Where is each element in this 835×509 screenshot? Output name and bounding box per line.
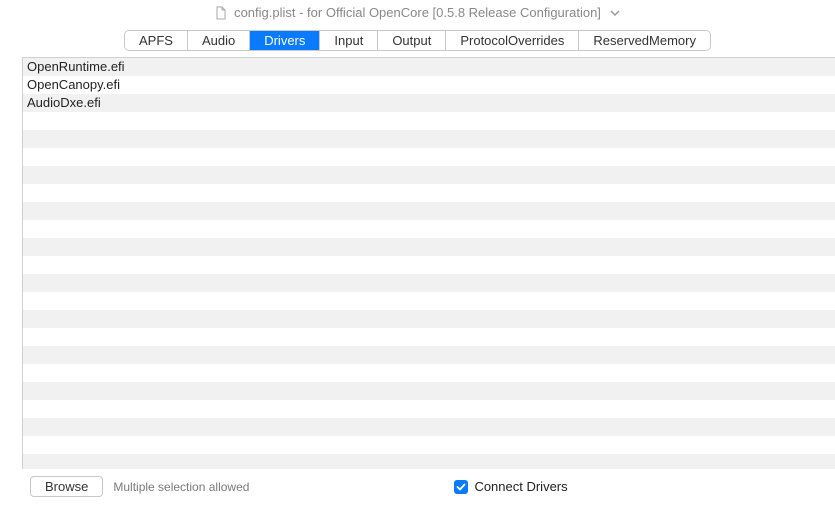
list-item[interactable]: [23, 184, 835, 202]
file-icon: [214, 6, 228, 20]
list-item[interactable]: AudioDxe.efi: [23, 94, 835, 112]
browse-button[interactable]: Browse: [30, 476, 103, 497]
list-item[interactable]: OpenCanopy.efi: [23, 76, 835, 94]
tab-protocoloverrides[interactable]: ProtocolOverrides: [446, 31, 579, 50]
title-bar: config.plist - for Official OpenCore [0.…: [0, 0, 835, 22]
tab-input[interactable]: Input: [320, 31, 378, 50]
drivers-list[interactable]: OpenRuntime.efiOpenCanopy.efiAudioDxe.ef…: [23, 58, 835, 469]
tab-audio[interactable]: Audio: [188, 31, 250, 50]
list-item[interactable]: [23, 418, 835, 436]
connect-drivers-label: Connect Drivers: [474, 479, 567, 494]
tab-output[interactable]: Output: [378, 31, 446, 50]
tabs-container: APFSAudioDriversInputOutputProtocolOverr…: [0, 30, 835, 51]
drivers-list-panel: OpenRuntime.efiOpenCanopy.efiAudioDxe.ef…: [22, 57, 835, 469]
list-item[interactable]: [23, 436, 835, 454]
window-title: config.plist - for Official OpenCore [0.…: [234, 5, 601, 20]
tab-bar: APFSAudioDriversInputOutputProtocolOverr…: [124, 30, 711, 51]
list-item[interactable]: [23, 256, 835, 274]
list-item[interactable]: [23, 130, 835, 148]
list-item[interactable]: [23, 310, 835, 328]
tab-apfs[interactable]: APFS: [125, 31, 188, 50]
tab-reservedmemory[interactable]: ReservedMemory: [579, 31, 710, 50]
list-item[interactable]: [23, 400, 835, 418]
connect-drivers-option[interactable]: Connect Drivers: [454, 479, 567, 494]
list-item[interactable]: [23, 202, 835, 220]
list-item[interactable]: [23, 454, 835, 469]
bottom-bar: Browse Multiple selection allowed Connec…: [0, 469, 835, 497]
chevron-down-icon[interactable]: [609, 7, 621, 19]
list-item[interactable]: [23, 112, 835, 130]
list-item[interactable]: [23, 328, 835, 346]
list-item[interactable]: [23, 382, 835, 400]
checkbox-checked-icon[interactable]: [454, 480, 468, 494]
list-item[interactable]: [23, 166, 835, 184]
hint-text: Multiple selection allowed: [113, 480, 249, 494]
list-item[interactable]: [23, 346, 835, 364]
list-item[interactable]: [23, 220, 835, 238]
list-item[interactable]: [23, 148, 835, 166]
list-item[interactable]: OpenRuntime.efi: [23, 58, 835, 76]
list-item[interactable]: [23, 238, 835, 256]
list-item[interactable]: [23, 274, 835, 292]
tab-drivers[interactable]: Drivers: [250, 31, 320, 50]
list-item[interactable]: [23, 364, 835, 382]
list-item[interactable]: [23, 292, 835, 310]
